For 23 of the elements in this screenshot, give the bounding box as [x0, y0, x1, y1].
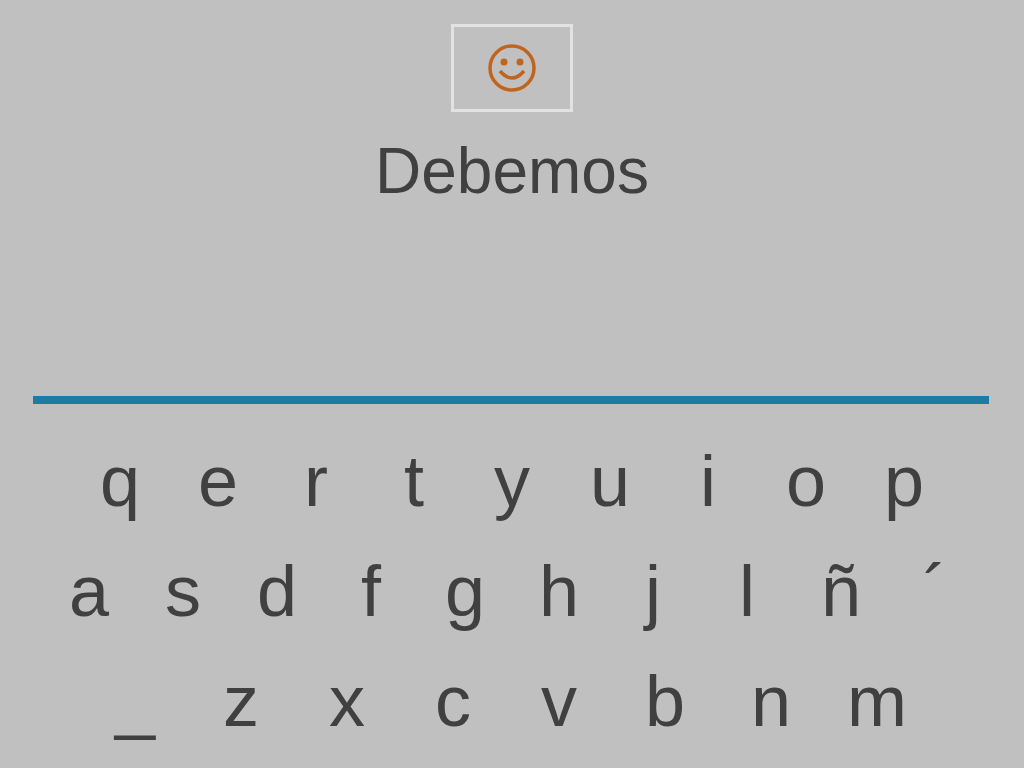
letter-key[interactable]: n: [718, 665, 824, 737]
letter-key[interactable]: r: [267, 445, 365, 517]
letter-key[interactable]: d: [230, 555, 324, 627]
letter-key[interactable]: t: [365, 445, 463, 517]
letter-key[interactable]: b: [612, 665, 718, 737]
letter-key[interactable]: i: [659, 445, 757, 517]
letter-key[interactable]: o: [757, 445, 855, 517]
letter-key[interactable]: ñ: [794, 555, 888, 627]
letter-key[interactable]: a: [42, 555, 136, 627]
letter-key[interactable]: v: [506, 665, 612, 737]
letter-key[interactable]: e: [169, 445, 267, 517]
letter-key[interactable]: h: [512, 555, 606, 627]
letter-key[interactable]: u: [561, 445, 659, 517]
letter-key[interactable]: z: [188, 665, 294, 737]
letter-key[interactable]: ´: [888, 555, 982, 627]
letter-key[interactable]: l: [700, 555, 794, 627]
letter-key[interactable]: f: [324, 555, 418, 627]
letter-key[interactable]: x: [294, 665, 400, 737]
word-text: Debemos: [375, 139, 649, 203]
letter-key[interactable]: m: [824, 665, 930, 737]
letter-key[interactable]: c: [400, 665, 506, 737]
letter-key[interactable]: s: [136, 555, 230, 627]
smiley-icon: [487, 43, 537, 93]
